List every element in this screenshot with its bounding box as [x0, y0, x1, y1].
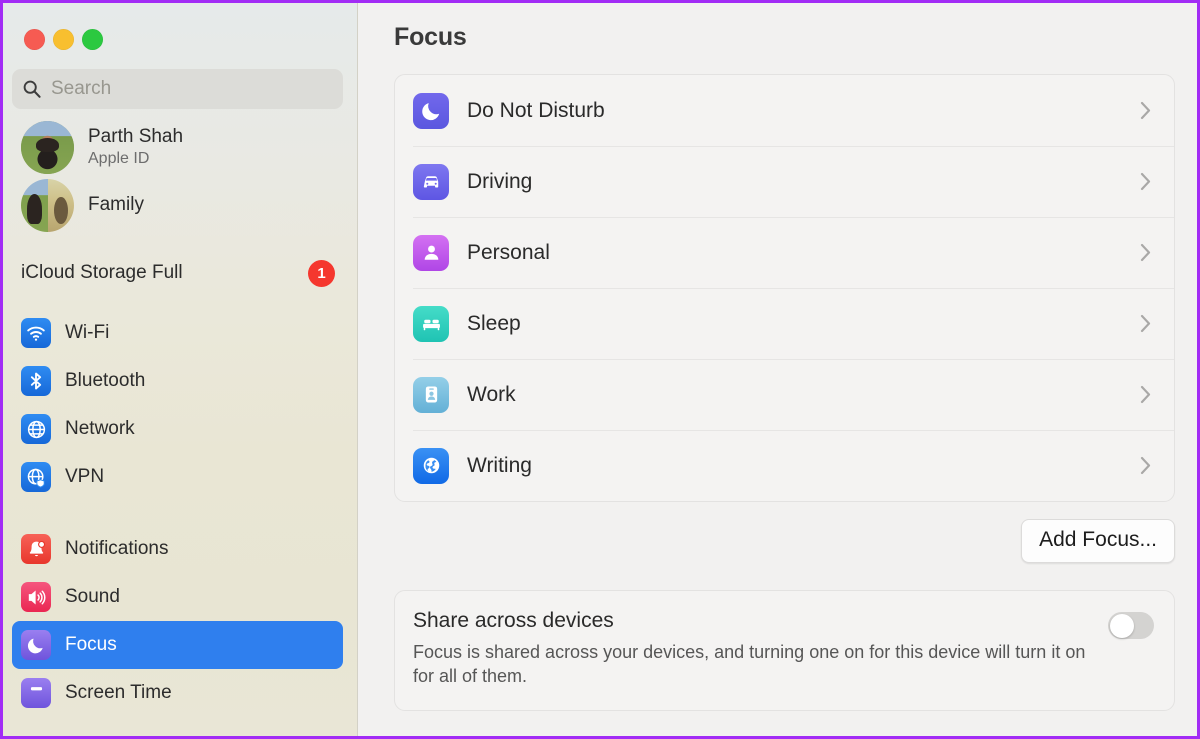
icloud-storage-alert-row[interactable]: iCloud Storage Full 1	[3, 249, 357, 297]
sidebar-item-label: Notifications	[65, 538, 169, 559]
main-panel: Focus Do Not Disturb Driving Personal Sl…	[358, 3, 1197, 736]
sidebar-item-notifications[interactable]: Notifications	[12, 525, 343, 573]
globe-icon	[413, 447, 449, 484]
chevron-right-icon[interactable]	[1139, 455, 1156, 476]
minimize-button[interactable]	[53, 29, 74, 50]
share-across-devices-toggle[interactable]	[1108, 612, 1154, 639]
badge-id-icon	[413, 376, 449, 413]
focus-label: Do Not Disturb	[467, 98, 605, 122]
focus-label: Work	[467, 382, 516, 406]
sidebar-item-focus[interactable]: Focus	[12, 621, 343, 669]
focus-label: Writing	[467, 453, 532, 477]
search-icon	[22, 79, 42, 99]
focus-row-personal[interactable]: Personal	[395, 217, 1174, 288]
add-focus-row: Add Focus...	[394, 519, 1175, 563]
sidebar-item-label: Sound	[65, 586, 120, 607]
bed-icon	[413, 305, 449, 342]
sidebar-item-label: Focus	[65, 634, 117, 655]
chevron-right-icon[interactable]	[1139, 100, 1156, 121]
search-input[interactable]	[51, 78, 333, 100]
sidebar-item-network[interactable]: Network	[12, 405, 343, 453]
sidebar: Parth Shah Apple ID Family iCloud Storag…	[3, 3, 358, 736]
page-title: Focus	[394, 23, 467, 51]
sidebar-group-network: Wi-Fi Bluetooth Network VPN	[3, 309, 357, 501]
focus-list-card: Do Not Disturb Driving Personal Sleep Wo…	[394, 74, 1175, 502]
zoom-button[interactable]	[82, 29, 103, 50]
add-focus-button[interactable]: Add Focus...	[1021, 519, 1175, 563]
account-name: Parth Shah	[88, 126, 184, 148]
window-controls	[3, 3, 357, 50]
chevron-right-icon[interactable]	[1139, 171, 1156, 192]
sidebar-item-label: VPN	[65, 466, 105, 487]
sidebar-item-wi-fi[interactable]: Wi-Fi	[12, 309, 343, 357]
status-badge: 1	[308, 259, 335, 287]
focus-label: Personal	[467, 240, 550, 264]
sidebar-item-bluetooth[interactable]: Bluetooth	[12, 357, 343, 405]
sidebar-item-label: Network	[65, 418, 135, 439]
apple-id-account-row[interactable]: Parth Shah Apple ID	[3, 115, 357, 179]
vpn-icon	[21, 462, 51, 492]
moon-icon	[413, 92, 449, 129]
focus-label: Driving	[467, 169, 533, 193]
family-label: Family	[88, 194, 144, 215]
speaker-icon	[21, 582, 51, 612]
wifi-icon	[21, 318, 51, 348]
toggle-knob	[1109, 613, 1134, 638]
avatar	[21, 120, 74, 174]
share-across-devices-card: Share across devices Focus is shared acr…	[394, 590, 1175, 712]
hourglass-icon	[21, 678, 51, 708]
focus-row-work[interactable]: Work	[395, 359, 1174, 430]
search-bar[interactable]	[12, 69, 343, 109]
family-row[interactable]: Family	[3, 178, 357, 232]
moon-icon	[21, 630, 51, 660]
sidebar-item-vpn[interactable]: VPN	[12, 453, 343, 501]
network-icon	[21, 414, 51, 444]
chevron-right-icon[interactable]	[1139, 384, 1156, 405]
car-icon	[413, 163, 449, 200]
focus-row-driving[interactable]: Driving	[395, 146, 1174, 217]
sidebar-item-label: Wi-Fi	[65, 322, 110, 343]
sidebar-group-system: Notifications Sound Focus Screen Time	[3, 525, 357, 717]
family-avatar	[21, 178, 74, 232]
sidebar-item-screen-time[interactable]: Screen Time	[12, 669, 343, 717]
sidebar-item-label: Bluetooth	[65, 370, 146, 391]
sidebar-item-label: Screen Time	[65, 682, 172, 703]
focus-row-sleep[interactable]: Sleep	[395, 288, 1174, 359]
settings-window: Parth Shah Apple ID Family iCloud Storag…	[0, 0, 1200, 739]
close-button[interactable]	[24, 29, 45, 50]
icloud-storage-label: iCloud Storage Full	[21, 262, 183, 283]
focus-label: Sleep	[467, 311, 521, 335]
bluetooth-icon	[21, 366, 51, 396]
account-subtitle: Apple ID	[88, 149, 150, 167]
sidebar-item-sound[interactable]: Sound	[12, 573, 343, 621]
share-across-devices-description: Focus is shared across your devices, and…	[413, 642, 1086, 687]
chevron-right-icon[interactable]	[1139, 313, 1156, 334]
person-icon	[413, 234, 449, 271]
focus-row-do-not-disturb[interactable]: Do Not Disturb	[395, 75, 1174, 146]
chevron-right-icon[interactable]	[1139, 242, 1156, 263]
focus-row-writing[interactable]: Writing	[395, 430, 1174, 501]
share-across-devices-title: Share across devices	[413, 609, 614, 632]
bell-icon	[21, 534, 51, 564]
